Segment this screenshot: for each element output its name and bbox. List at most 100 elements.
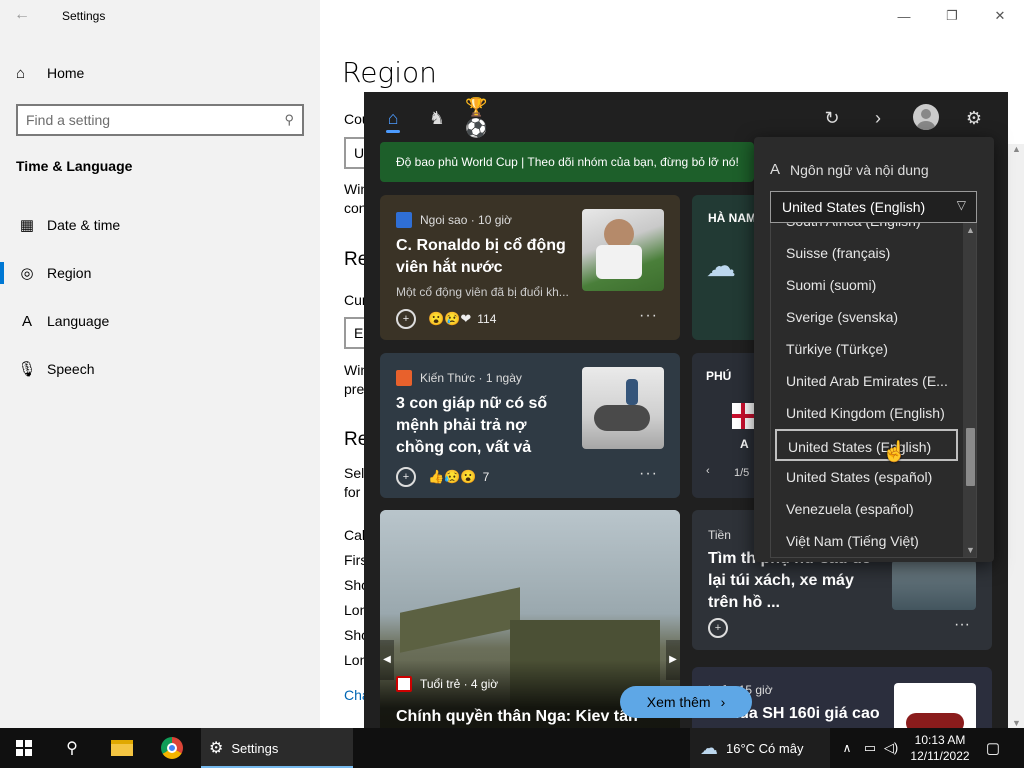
notification-icon[interactable]: ▢ — [978, 728, 1008, 768]
chevron-right-icon[interactable]: › — [866, 106, 890, 130]
list-item[interactable]: Việt Nam (Tiếng Việt) — [771, 525, 961, 557]
sidebar-item-label: Region — [47, 265, 92, 281]
file-explorer-icon[interactable] — [98, 728, 146, 768]
home-icon: ⌂ — [16, 64, 26, 82]
combobox-value: United States (English) — [782, 199, 926, 215]
card-thumbnail — [892, 560, 976, 610]
home-nav-item[interactable]: ⌂ Home — [16, 62, 84, 84]
sidebar-item-date-time[interactable]: ▦ Date & time — [0, 203, 320, 247]
world-cup-card-title: PHÚ — [706, 369, 732, 383]
search-input[interactable] — [26, 112, 285, 128]
page-title: Region — [342, 56, 437, 89]
chevron-down-icon: ▽ — [956, 198, 966, 212]
taskbar-app-label: Settings — [231, 740, 279, 756]
clock[interactable]: 10:13 AM 12/11/2022 — [898, 732, 982, 764]
scroll-down-icon[interactable]: ▼ — [1012, 718, 1021, 728]
close-button[interactable]: ✕ — [976, 0, 1024, 32]
country-select-value: U — [354, 145, 365, 161]
sidebar-item-region[interactable]: ◎ Region — [0, 251, 320, 295]
list-item[interactable]: Türkiye (Türkçe) — [771, 333, 961, 365]
card-headline[interactable]: 3 con giáp nữ có số mệnh phải trả nợ chồ… — [396, 393, 571, 459]
search-icon[interactable]: ⚲ — [48, 728, 96, 768]
window-controls: — ❐ ✕ — [880, 0, 1024, 32]
settings-scrollbar[interactable]: ▲ ▼ — [1008, 144, 1024, 728]
avatar[interactable] — [913, 104, 939, 130]
list-item[interactable]: United States (español) — [771, 461, 961, 493]
reaction-emoji-icon: 👍😥😮 — [428, 469, 477, 484]
home-label: Home — [47, 65, 85, 81]
chevron-right-icon: › — [720, 694, 726, 710]
find-setting-search[interactable]: ⚲ — [16, 104, 304, 136]
data-desc-2: for — [344, 484, 361, 500]
search-icon[interactable]: ⚲ — [284, 112, 294, 128]
add-reaction-icon[interactable]: + — [396, 309, 416, 329]
world-cup-banner[interactable]: Độ bao phủ World Cup | Theo dõi nhóm của… — [380, 142, 754, 182]
language-icon: A — [21, 312, 32, 330]
sidebar-item-language[interactable]: A Language — [0, 299, 320, 343]
gear-icon[interactable]: ⚙ — [962, 106, 986, 130]
list-item[interactable]: Suisse (français) — [771, 237, 961, 269]
chess-icon[interactable]: ♞ — [425, 106, 449, 130]
thumbnail-person — [626, 379, 638, 405]
sidebar-item-label: Speech — [47, 361, 95, 377]
maximize-button[interactable]: ❐ — [928, 0, 976, 32]
card-source: Kiến Thức · 1 ngày — [396, 370, 522, 386]
chrome-icon[interactable] — [148, 728, 196, 768]
more-options-icon[interactable]: ··· — [639, 307, 658, 325]
sidebar-item-label: Date & time — [47, 217, 121, 233]
language-combobox[interactable]: United States (English) ▽ — [770, 191, 977, 223]
more-options-icon[interactable]: ··· — [639, 465, 658, 483]
scroll-down-icon[interactable]: ▼ — [963, 543, 976, 557]
card-source: Tiền — [708, 528, 731, 542]
cloud-icon: ☁ — [706, 250, 736, 283]
source-logo-icon — [396, 676, 412, 692]
add-reaction-icon[interactable]: + — [708, 618, 728, 638]
prev-icon[interactable]: ‹ — [706, 465, 710, 477]
settings-sidebar: ← Settings ⌂ Home ⚲ Time & Language ▦ Da… — [0, 0, 320, 728]
list-scrollbar[interactable]: ▲ ▼ — [963, 223, 976, 557]
more-options-icon[interactable]: ··· — [954, 616, 970, 634]
flyout-title: A Ngôn ngữ và nội dung — [770, 161, 929, 178]
add-reaction-icon[interactable]: + — [396, 467, 416, 487]
sidebar-item-speech[interactable]: 🎙 Speech — [0, 347, 320, 391]
network-icon[interactable]: ▭ — [860, 728, 880, 768]
list-item[interactable]: Suomi (suomi) — [771, 269, 961, 301]
scroll-thumb[interactable] — [966, 428, 975, 486]
see-more-label: Xem thêm — [646, 694, 711, 710]
section-heading: Time & Language — [16, 158, 133, 174]
home-icon[interactable]: ⌂ — [381, 106, 405, 130]
thumbnail-ox — [594, 405, 650, 431]
data-desc-1: Sel — [344, 465, 365, 481]
list-item[interactable]: United Kingdom (English) — [771, 397, 961, 429]
windows-start-icon[interactable] — [0, 728, 48, 768]
weather-widget[interactable]: ☁ 16°C Có mây — [690, 728, 830, 768]
language-dropdown-list[interactable]: South Africa (English) Suisse (français)… — [770, 223, 977, 558]
news-card[interactable]: Kiến Thức · 1 ngày 3 con giáp nữ có số m… — [380, 353, 680, 498]
list-item[interactable]: Venezuela (español) — [771, 493, 961, 525]
refresh-icon[interactable]: ↻ — [820, 106, 844, 130]
list-item[interactable]: Sverige (svenska) — [771, 301, 961, 333]
back-arrow-icon[interactable]: ← — [14, 6, 34, 26]
chevron-up-icon[interactable]: ∧ — [838, 728, 856, 768]
taskbar-settings-app[interactable]: ⚙ Settings — [201, 728, 353, 768]
scroll-up-icon[interactable]: ▲ — [1012, 144, 1021, 154]
list-item-selected[interactable]: United States (English) — [775, 429, 958, 461]
weather-location: HÀ NAM — [708, 211, 756, 225]
see-more-button[interactable]: Xem thêm › — [620, 686, 752, 718]
card-reactions: + 😮😢❤ 114 — [396, 309, 496, 329]
list-item[interactable]: South Africa (English) — [771, 223, 961, 237]
news-card[interactable]: Ngoi sao · 10 giờ C. Ronaldo bị cổ động … — [380, 195, 680, 340]
scroll-up-icon[interactable]: ▲ — [963, 223, 976, 238]
card-source: Ngoi sao · 10 giờ — [396, 212, 512, 228]
list-item[interactable]: United Arab Emirates (E... — [771, 365, 961, 397]
flyout-title-label: Ngôn ngữ và nội dung — [790, 161, 929, 178]
card-headline[interactable]: C. Ronaldo bị cổ động viên hắt nước — [396, 235, 571, 279]
card-thumbnail — [582, 367, 664, 449]
minimize-button[interactable]: — — [880, 0, 928, 32]
globe-icon: ◎ — [20, 265, 34, 282]
format-desc-2: pre — [344, 381, 365, 397]
england-flag-icon — [732, 403, 754, 429]
source-label: Ngoi sao · 10 giờ — [420, 213, 512, 227]
format-select-value: E — [354, 325, 364, 341]
world-cup-icon[interactable]: 🏆⚽ — [465, 97, 499, 138]
